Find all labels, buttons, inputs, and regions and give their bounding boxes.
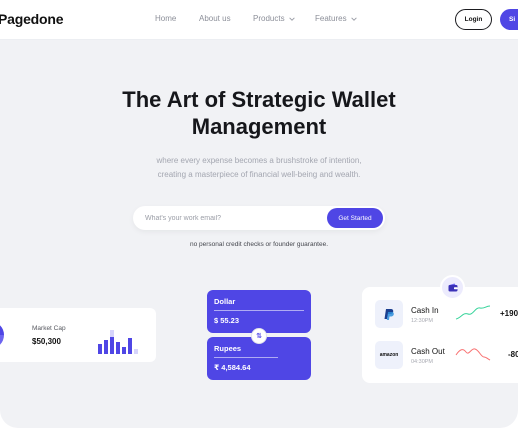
signup-button[interactable]: Si	[500, 9, 518, 30]
subtitle-line-2: creating a masterpiece of financial well…	[157, 170, 361, 179]
subtitle-line-1: where every expense becomes a brushstrok…	[156, 156, 362, 165]
cash-in-row: Cash In 12:30PM +190	[362, 300, 518, 330]
nav-features-label: Features	[315, 14, 347, 23]
nav-products-label: Products	[253, 14, 285, 23]
dollar-value: $ 55.23	[214, 316, 240, 325]
market-cap-card: Market Cap $50,300	[0, 308, 156, 362]
divider	[214, 357, 278, 358]
nav-about-label: About us	[199, 14, 231, 23]
amazon-logo-text: amazon	[379, 352, 399, 358]
chevron-down-icon	[350, 16, 357, 21]
cash-out-time: 04:30PM	[411, 359, 434, 365]
nav-products[interactable]: Products	[253, 14, 296, 23]
get-started-button[interactable]: Get Started	[327, 208, 383, 228]
swap-icon[interactable]: ⇅	[251, 328, 267, 344]
rupees-value: ₹ 4,584.64	[214, 363, 251, 372]
email-input[interactable]	[145, 206, 325, 230]
dollar-label: Dollar	[214, 297, 236, 306]
login-button[interactable]: Login	[455, 9, 492, 30]
cash-in-title: Cash In	[411, 306, 439, 315]
title-line-2: Management	[191, 114, 327, 139]
wallet-icon	[448, 283, 457, 292]
cash-out-amount: -80	[508, 350, 518, 359]
chevron-down-icon	[288, 16, 295, 21]
wallet-badge	[440, 275, 465, 300]
cash-in-time: 12:30PM	[411, 318, 434, 324]
trend-up-sparkline	[455, 305, 491, 320]
market-cap-value: $50,300	[32, 337, 61, 346]
pie-chart-icon	[0, 325, 4, 345]
hero-subtitle: where every expense becomes a brushstrok…	[0, 154, 518, 182]
market-cap-label: Market Cap	[32, 325, 66, 332]
nav-features[interactable]: Features	[315, 14, 358, 23]
page-frame: Pagedone Home About us Products Features…	[0, 0, 518, 428]
cash-flow-card: Cash In 12:30PM +190 amazon Cash Out 04:…	[362, 287, 518, 383]
cash-in-amount: +190	[500, 309, 518, 318]
nav-home[interactable]: Home	[155, 14, 176, 23]
nav-home-label: Home	[155, 14, 177, 23]
page-title: The Art of Strategic Wallet Management	[0, 86, 518, 140]
title-line-1: The Art of Strategic Wallet	[122, 87, 396, 112]
nav-about-us[interactable]: About us	[199, 14, 231, 23]
amazon-icon: amazon	[375, 341, 403, 369]
brand-logo[interactable]: Pagedone	[0, 11, 64, 27]
paypal-icon	[375, 300, 403, 328]
dollar-card: Dollar $ 55.23	[207, 290, 311, 333]
cash-out-row: amazon Cash Out 04:30PM -80	[362, 341, 518, 371]
trend-down-sparkline	[455, 348, 491, 361]
divider	[214, 310, 304, 311]
top-navbar: Pagedone Home About us Products Features…	[0, 0, 518, 40]
cash-out-title: Cash Out	[411, 347, 445, 356]
bar-chart-icon	[98, 330, 138, 354]
guarantee-note: no personal credit checks or founder gua…	[189, 241, 329, 248]
rupees-label: Rupees	[214, 344, 242, 353]
